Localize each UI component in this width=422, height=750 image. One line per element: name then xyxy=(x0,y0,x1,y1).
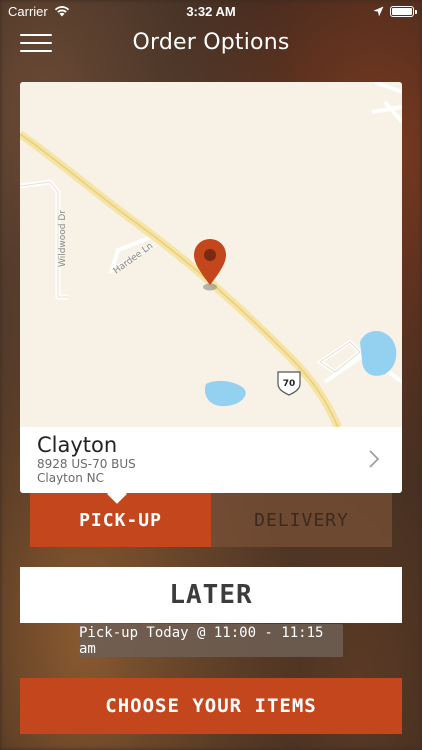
street-label-hardee: Hardee Ln xyxy=(112,241,155,276)
pickup-time-label: Pick-up Today @ 11:00 - 11:15 am xyxy=(79,624,343,657)
location-row[interactable]: Clayton 8928 US-70 BUS Clayton NC xyxy=(20,427,402,493)
map-pin-icon[interactable] xyxy=(194,239,226,291)
menu-button[interactable] xyxy=(20,34,52,52)
status-time: 3:32 AM xyxy=(186,3,236,19)
header: Order Options xyxy=(0,22,422,62)
location-address: 8928 US-70 BUS xyxy=(37,457,136,471)
location-card: Wildwood Dr Hardee Ln 70 Clayton 8928 US… xyxy=(20,82,402,504)
order-type-toggle: PICK-UP DELIVERY xyxy=(30,493,392,547)
page-title: Order Options xyxy=(132,29,290,55)
map[interactable]: Wildwood Dr Hardee Ln 70 xyxy=(20,82,402,427)
choose-items-button[interactable]: CHOOSE YOUR ITEMS xyxy=(20,678,402,734)
location-city: Clayton NC xyxy=(37,471,104,485)
map-graphic: Wildwood Dr Hardee Ln 70 xyxy=(20,82,402,427)
chevron-right-icon xyxy=(369,450,380,468)
highway-shield: 70 xyxy=(277,371,301,396)
pickup-button[interactable]: PICK-UP xyxy=(30,493,211,547)
battery-icon xyxy=(390,5,417,17)
menu-bar xyxy=(20,42,52,44)
battery-fill xyxy=(392,7,412,15)
delivery-button[interactable]: DELIVERY xyxy=(211,493,392,547)
menu-bar xyxy=(20,50,52,52)
location-name: Clayton xyxy=(37,433,118,457)
later-button[interactable]: LATER xyxy=(20,567,402,623)
menu-bar xyxy=(20,34,52,36)
highway-shield-number: 70 xyxy=(283,379,296,389)
street-label-wildwood: Wildwood Dr xyxy=(58,210,68,267)
status-bar: Carrier 3:32 AM xyxy=(0,0,422,22)
